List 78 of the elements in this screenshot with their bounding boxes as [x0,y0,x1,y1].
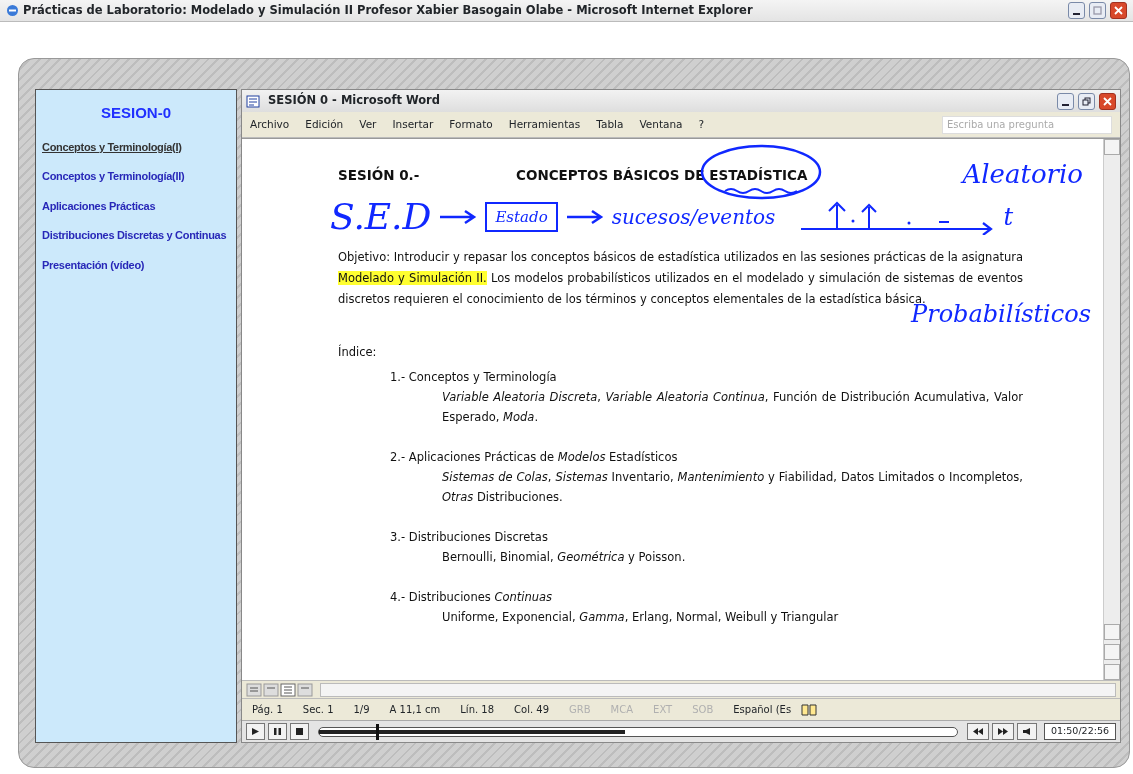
menu-item[interactable]: Edición [305,116,344,133]
menu-item[interactable]: Ventana [639,116,683,133]
minimize-icon [1073,13,1080,15]
menu-item[interactable]: Formato [449,116,493,133]
index-item: 4.- Distribuciones Continuas [390,589,554,607]
view-buttons-icon[interactable] [246,682,316,697]
status-language: Español (Es [732,703,793,717]
index-description: Bernoulli, Binomial, Geométrica y Poisson. [442,549,687,567]
forward-icon [997,727,1010,736]
sidebar-link[interactable]: Distribuciones Discretas y Continuas [42,227,230,244]
index-description: Variable Aleatoria Discreta, Variable Aleatoria Continua, Función de Distribución Acumulativa, Valor Esperado, Moda. [442,389,1023,427]
vertical-scrollbar[interactable] [1103,139,1120,680]
volume-icon [1022,727,1033,736]
play-icon [251,727,260,736]
stop-icon [295,727,304,736]
restore-icon [1082,96,1091,106]
menu-item[interactable]: Insertar [392,116,434,133]
minimize-icon [1062,103,1069,106]
arrow-mark [565,209,604,225]
status-mode: SOB [691,703,715,717]
question-field[interactable]: Escriba una pregunta [942,115,1112,134]
maximize-icon [1093,6,1102,15]
close-button[interactable] [1110,2,1127,19]
rewind-button[interactable] [967,723,990,740]
index-description: Uniforme, Exponencial, Gamma, Erlang, Normal, Weibull y Triangular [442,609,840,627]
sidebar-heading: SESION-0 [100,103,172,123]
seek-thumb[interactable] [376,723,380,740]
handwritten-note: t [1003,202,1014,233]
pause-button[interactable] [268,723,287,740]
status-field: 1/9 [343,702,380,717]
minimize-button[interactable] [1057,92,1074,110]
browser-icon [6,4,19,17]
status-mode: EXT [652,703,674,717]
close-icon [1114,6,1123,15]
close-icon [1103,96,1112,106]
minimize-button[interactable] [1068,2,1085,19]
handwritten-note: Aleatorio [962,161,1083,187]
volume-button[interactable] [1017,723,1038,740]
status-field: Pág. 1 [242,702,293,717]
sidebar-link[interactable]: Conceptos y Terminología(II) [42,168,230,185]
index-heading: Índice: [338,344,378,361]
document-heading: SESIÓN 0.- [338,165,421,185]
sidebar-link[interactable]: Aplicaciones Prácticas [42,197,230,214]
status-field: Col. 49 [504,702,560,717]
boxed-note: Estado [485,201,558,233]
stop-button[interactable] [290,723,309,740]
rewind-icon [972,727,985,736]
index-description: Sistemas de Colas, Sistemas Inventario, Mantenimiento y Fiabilidad, Datos Limitados o Incompletos, Otras Distribuciones. [442,469,1023,507]
status-mode: MCA [609,703,635,717]
close-button[interactable] [1099,92,1116,110]
forward-button[interactable] [992,723,1015,740]
menu-item[interactable]: Tabla [596,116,624,133]
index-item: 1.- Conceptos y Terminología [390,369,558,387]
status-field: A 11,1 cm [379,702,451,717]
status-field: Lín. 18 [450,702,505,717]
time-display: 01:50/22:56 [1044,723,1116,740]
document-icon [246,94,260,108]
status-mode: GRB [568,703,592,717]
menu-item[interactable]: Ver [359,116,377,133]
restore-button[interactable] [1078,92,1095,110]
horizontal-scrollbar[interactable] [320,682,1116,697]
book-icon [801,703,818,716]
handwritten-note: S.E.D [330,195,432,239]
handwritten-note: sucesos/eventos [611,204,776,231]
arrow-mark [439,209,478,225]
window-title: Prácticas de Laboratorio: Modelado y Simulación II Profesor Xabier Basogain Olabe - Microsoft Internet Explorer [23,1,753,19]
index-item: 3.- Distribuciones Discretas [390,529,549,547]
pause-icon [273,727,282,736]
status-field: Sec. 1 [292,702,344,717]
seek-bar[interactable] [318,726,959,737]
index-item: 2.- Aplicaciones Prácticas de Modelos Estadísticos [390,449,679,467]
sidebar-link[interactable]: Presentación (vídeo) [42,256,230,273]
menu-item[interactable]: ? [698,116,705,133]
play-button[interactable] [246,723,265,740]
sidebar-link[interactable]: Conceptos y Terminología(I) [42,138,230,155]
menu-item[interactable]: Archivo [250,116,290,133]
menu-item[interactable]: Herramientas [508,116,581,133]
window-title: SESIÓN 0 - Microsoft Word [268,92,440,110]
